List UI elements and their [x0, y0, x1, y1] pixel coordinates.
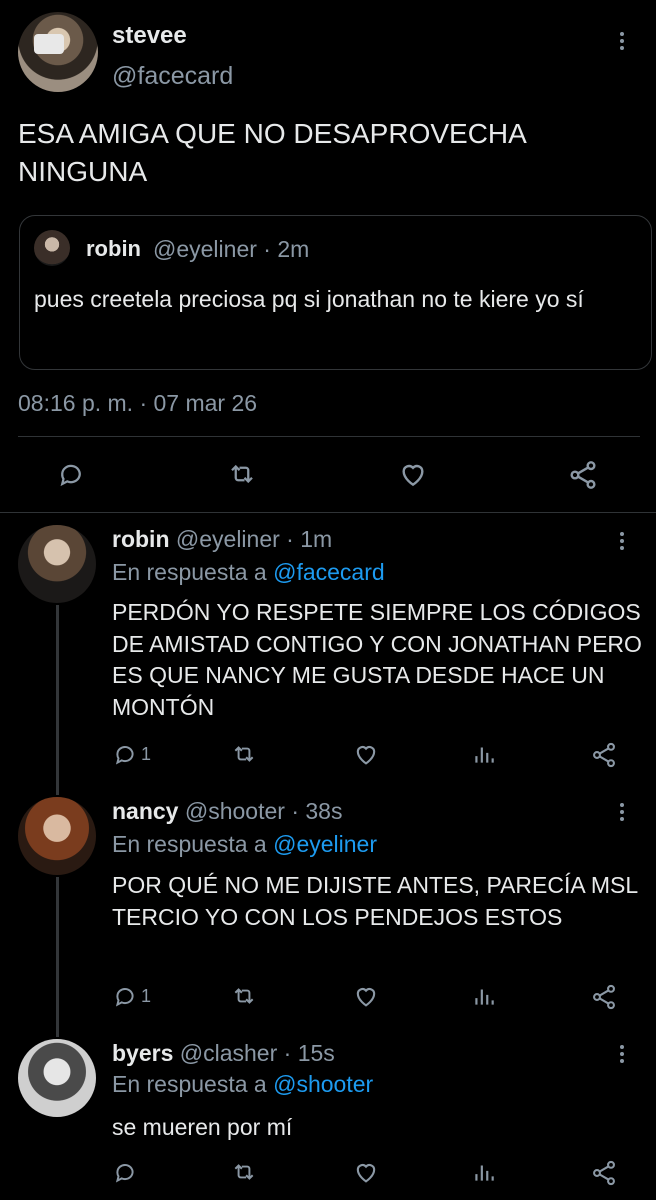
avatar[interactable]: [18, 525, 96, 603]
avatar: [34, 230, 70, 266]
author-handle[interactable]: @facecard: [112, 62, 233, 91]
analytics-button[interactable]: [471, 741, 497, 767]
like-icon: [356, 1164, 376, 1183]
avatar[interactable]: [18, 12, 98, 92]
author-handle[interactable]: @eyeliner · 1m: [176, 526, 332, 552]
reply-text: POR QUÉ NO ME DIJISTE ANTES, PARECÍA MSL…: [112, 872, 638, 930]
analytics-button[interactable]: [471, 983, 497, 1009]
share-icon: [570, 461, 596, 489]
retweet-button[interactable]: [230, 1159, 258, 1185]
tweet-timestamp[interactable]: 08:16 p. m. · 07 mar 26: [18, 390, 257, 417]
reply-prefix: En respuesta a: [112, 1071, 274, 1097]
reply-header: nancy @shooter · 38s: [112, 798, 342, 825]
like-button[interactable]: [352, 982, 380, 1010]
share-icon: [593, 742, 615, 768]
more-icon[interactable]: [617, 32, 627, 53]
reply-button[interactable]: [112, 1159, 138, 1185]
reply-icon: [115, 988, 134, 1007]
reply-prefix: En respuesta a: [112, 559, 274, 585]
quoted-tweet-text: pues creetela preciosa pq si jonathan no…: [34, 286, 584, 312]
reply-button[interactable]: [56, 459, 86, 489]
like-button[interactable]: [352, 740, 380, 768]
analytics-icon: [475, 747, 494, 763]
reply-count: 1: [141, 985, 152, 1006]
reply-header: byers @clasher · 15s: [112, 1040, 335, 1067]
quoted-tweet[interactable]: robin @eyeliner · 2m pues creetela preci…: [19, 215, 652, 370]
like-icon: [402, 464, 424, 487]
more-icon[interactable]: [617, 532, 627, 553]
author-name[interactable]: robin: [112, 526, 170, 552]
reply-to-link[interactable]: @facecard: [273, 559, 385, 585]
like-button[interactable]: [397, 458, 429, 490]
more-icon[interactable]: [617, 803, 627, 824]
thread-line: [56, 877, 59, 1037]
share-button[interactable]: [590, 1159, 618, 1187]
retweet-button[interactable]: [226, 459, 258, 489]
reply-prefix: En respuesta a: [112, 831, 274, 857]
avatar[interactable]: [18, 1039, 96, 1117]
like-button[interactable]: [352, 1158, 380, 1186]
reply-button[interactable]: 1: [112, 741, 151, 767]
retweet-icon: [234, 1164, 254, 1180]
share-button[interactable]: [590, 983, 618, 1011]
retweet-icon: [234, 746, 254, 762]
retweet-icon: [234, 988, 254, 1004]
author-name[interactable]: nancy: [112, 798, 178, 824]
author-handle[interactable]: @clasher · 15s: [180, 1040, 335, 1066]
like-icon: [356, 746, 376, 765]
share-icon: [593, 984, 615, 1010]
reply-text: se mueren por mí: [112, 1114, 293, 1140]
share-icon: [593, 1160, 615, 1186]
reply-icon: [115, 1164, 134, 1183]
analytics-icon: [475, 1165, 494, 1181]
quoted-author-meta: @eyeliner · 2m: [153, 236, 310, 262]
quoted-author-name: robin: [86, 236, 141, 261]
retweet-icon: [231, 464, 253, 484]
analytics-icon: [475, 989, 494, 1005]
share-button[interactable]: [590, 741, 618, 769]
author-name[interactable]: byers: [112, 1040, 173, 1066]
main-tweet: stevee @facecard ESA AMIGA QUE NO DESAPR…: [0, 0, 656, 512]
reply-text: PERDÓN YO RESPETE SIEMPRE LOS CÓDIGOS DE…: [112, 599, 642, 720]
retweet-button[interactable]: [230, 741, 258, 767]
reply-icon: [60, 464, 81, 487]
reply-context: En respuesta a @eyeliner: [112, 831, 377, 858]
reply-context: En respuesta a @facecard: [112, 559, 385, 586]
like-icon: [356, 988, 376, 1007]
reply-icon: [115, 746, 134, 765]
divider: [0, 512, 656, 513]
author-handle[interactable]: @shooter · 38s: [185, 798, 343, 824]
divider: [18, 436, 640, 437]
thread-line: [56, 605, 59, 795]
reply-to-link[interactable]: @shooter: [273, 1071, 373, 1097]
avatar[interactable]: [18, 797, 96, 875]
retweet-button[interactable]: [230, 983, 258, 1009]
more-icon[interactable]: [617, 1045, 627, 1066]
share-button[interactable]: [567, 459, 599, 491]
author-name[interactable]: stevee: [112, 22, 187, 50]
reply-context: En respuesta a @shooter: [112, 1071, 373, 1098]
reply-header: robin @eyeliner · 1m: [112, 526, 332, 553]
reply-to-link[interactable]: @eyeliner: [273, 831, 377, 857]
reply-count: 1: [141, 743, 152, 764]
analytics-button[interactable]: [471, 1159, 497, 1185]
tweet-text: ESA AMIGA QUE NO DESAPROVECHA NINGUNA: [18, 118, 526, 187]
reply-button[interactable]: 1: [112, 983, 151, 1009]
